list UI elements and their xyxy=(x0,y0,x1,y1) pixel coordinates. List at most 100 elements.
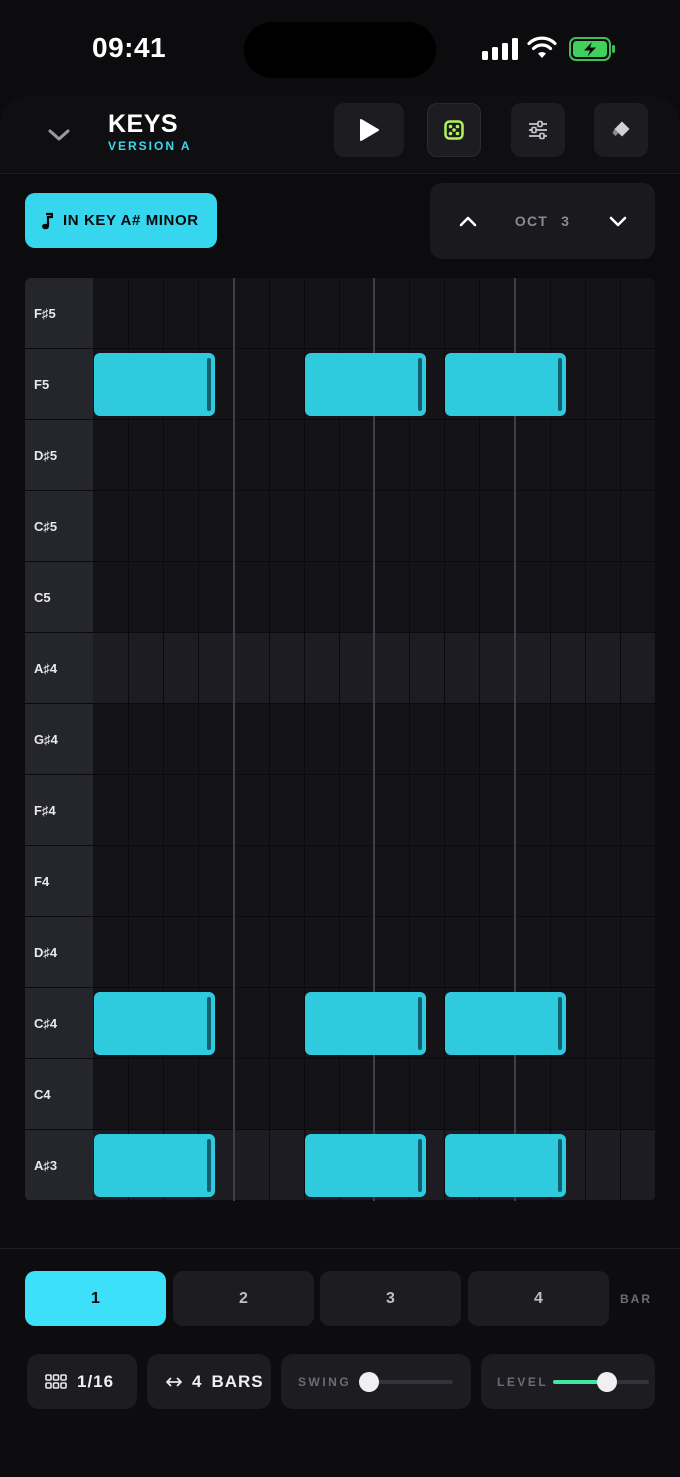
header: KEYS VERSION A xyxy=(0,96,680,174)
play-button[interactable] xyxy=(334,103,404,157)
note-resize-handle[interactable] xyxy=(558,358,563,411)
sliders-icon xyxy=(529,120,547,140)
dice-icon xyxy=(444,120,464,140)
note-resize-handle[interactable] xyxy=(206,1139,211,1192)
settings-button[interactable] xyxy=(511,103,565,157)
bar-label: BAR xyxy=(620,1292,652,1306)
bar-tab-2[interactable]: 2 xyxy=(173,1271,314,1326)
level-control: LEVEL xyxy=(481,1354,655,1409)
battery-icon xyxy=(569,37,617,61)
grid-resolution-button[interactable]: 1/16 xyxy=(27,1354,137,1409)
octave-value: 3 xyxy=(561,213,571,229)
beat-line xyxy=(232,278,235,1201)
level-knob[interactable] xyxy=(596,1372,617,1392)
status-bar: 09:41 xyxy=(0,0,680,96)
note-resize-handle[interactable] xyxy=(558,997,563,1050)
note-block[interactable] xyxy=(304,1134,426,1197)
octave-control: OCT 3 xyxy=(430,183,655,259)
piano-row[interactable]: D♯5 xyxy=(25,420,655,491)
randomize-button[interactable] xyxy=(427,103,481,157)
piano-key-label: F♯5 xyxy=(25,278,93,348)
piano-key-label: A♯3 xyxy=(25,1130,93,1200)
piano-key-label: D♯5 xyxy=(25,420,93,490)
piano-key-label: D♯4 xyxy=(25,917,93,987)
length-unit: BARS xyxy=(211,1371,264,1391)
play-icon xyxy=(360,119,379,141)
step-line xyxy=(619,278,621,1201)
piano-row[interactable]: F4 xyxy=(25,846,655,917)
bottom-panel: 1 2 3 4 BAR 1/16 4 BARS SWING LEVEL xyxy=(0,1248,680,1477)
beat-line xyxy=(373,278,375,1201)
piano-key-label: F5 xyxy=(25,349,93,419)
piano-row[interactable]: F♯5 xyxy=(25,278,655,349)
piano-key-label: C♯5 xyxy=(25,491,93,561)
step-line xyxy=(444,278,446,1201)
step-line xyxy=(338,278,340,1201)
note-resize-handle[interactable] xyxy=(417,997,422,1050)
chevron-down-icon xyxy=(48,129,70,141)
collapse-button[interactable] xyxy=(36,112,82,158)
note-block[interactable] xyxy=(94,1134,215,1197)
length-button[interactable]: 4 BARS xyxy=(147,1354,271,1409)
octave-down-button[interactable] xyxy=(598,201,638,241)
key-scale-button[interactable]: IN KEY A# MINOR xyxy=(25,193,217,248)
note-block[interactable] xyxy=(445,992,567,1055)
key-scale-label: IN KEY A# MINOR xyxy=(63,212,199,229)
chevron-down-icon xyxy=(609,216,627,226)
piano-key-label: F4 xyxy=(25,846,93,916)
erase-button[interactable] xyxy=(594,103,648,157)
piano-row[interactable]: A♯4 xyxy=(25,633,655,704)
status-time: 09:41 xyxy=(92,32,167,63)
piano-key-label: C♯4 xyxy=(25,988,93,1058)
step-line xyxy=(303,278,305,1201)
step-line xyxy=(549,278,551,1201)
piano-row[interactable]: D♯4 xyxy=(25,917,655,988)
grid-resolution-value: 1/16 xyxy=(77,1371,115,1391)
piano-row[interactable]: C5 xyxy=(25,562,655,633)
page-subtitle: VERSION A xyxy=(108,139,192,153)
note-block[interactable] xyxy=(94,992,215,1055)
note-resize-handle[interactable] xyxy=(206,997,211,1050)
bar-tab-3[interactable]: 3 xyxy=(320,1271,461,1326)
note-block[interactable] xyxy=(304,992,426,1055)
step-line xyxy=(479,278,481,1201)
note-block[interactable] xyxy=(94,353,215,416)
step-line xyxy=(128,278,130,1201)
note-resize-handle[interactable] xyxy=(206,358,211,411)
page-title: KEYS xyxy=(108,110,179,138)
piano-row[interactable]: G♯4 xyxy=(25,704,655,775)
piano-key-label: A♯4 xyxy=(25,633,93,703)
step-line xyxy=(163,278,165,1201)
length-value: 4 xyxy=(192,1371,203,1391)
piano-key-label: F♯4 xyxy=(25,775,93,845)
note-resize-handle[interactable] xyxy=(558,1139,563,1192)
piano-key-label: C5 xyxy=(25,562,93,632)
note-block[interactable] xyxy=(445,353,567,416)
swing-label: SWING xyxy=(298,1375,352,1389)
music-note-icon xyxy=(42,212,53,229)
grid-icon xyxy=(45,1374,67,1389)
piano-row[interactable]: F♯4 xyxy=(25,775,655,846)
piano-row[interactable]: C♯5 xyxy=(25,491,655,562)
beat-line xyxy=(513,278,516,1201)
bar-tab-4[interactable]: 4 xyxy=(468,1271,609,1326)
bar-tab-1[interactable]: 1 xyxy=(25,1271,166,1326)
step-line xyxy=(409,278,411,1201)
dynamic-island xyxy=(244,22,436,78)
swing-knob[interactable] xyxy=(359,1372,379,1392)
piano-key-label: G♯4 xyxy=(25,704,93,774)
octave-label: OCT xyxy=(514,213,549,229)
note-block[interactable] xyxy=(445,1134,567,1197)
step-line xyxy=(268,278,270,1201)
note-resize-handle[interactable] xyxy=(417,358,422,411)
step-line xyxy=(198,278,200,1201)
level-label: LEVEL xyxy=(497,1375,549,1389)
wifi-icon xyxy=(527,36,557,60)
signal-icon xyxy=(482,38,518,60)
piano-roll[interactable]: F♯5 F5 D♯5 C♯5 C5 A♯4 G♯4 F♯4 F4 D♯4 C♯4 C4 A♯3 xyxy=(25,278,655,1201)
note-block[interactable] xyxy=(304,353,426,416)
arrows-horizontal-icon xyxy=(166,1377,182,1386)
swing-control: SWING xyxy=(281,1354,471,1409)
piano-row[interactable]: C4 xyxy=(25,1059,655,1130)
note-resize-handle[interactable] xyxy=(417,1139,422,1192)
